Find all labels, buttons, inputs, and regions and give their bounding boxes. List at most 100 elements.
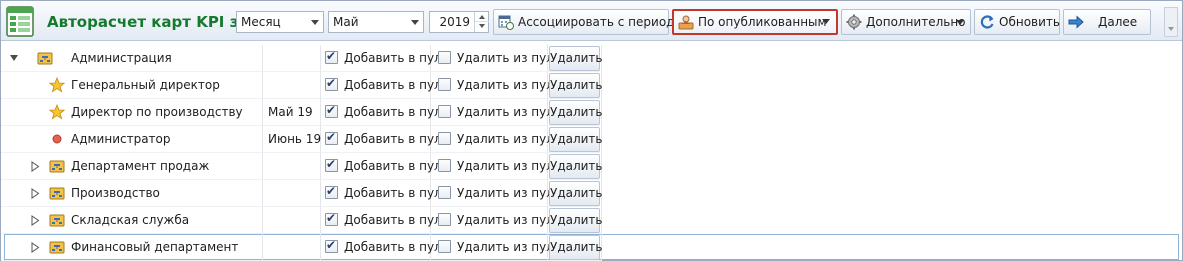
next-label: Далее [1098,15,1138,29]
row-period-date: Июнь 19 [268,132,322,146]
org-unit-icon [49,214,65,227]
table-row[interactable]: Администрация Добавить в пул Удалить из пу… [1,45,1182,72]
delete-button[interactable]: Удалить [549,46,603,71]
chevron-down-icon [822,19,830,24]
chevron-down-icon [307,12,323,32]
add-to-pool-checkbox[interactable] [325,184,338,199]
remove-from-pool-label: Удалить из пула [457,78,562,92]
add-to-pool-checkbox[interactable] [325,76,338,91]
expand-open-icon[interactable] [10,55,18,61]
arrow-right-icon [1068,15,1084,29]
add-to-pool-checkbox[interactable] [325,103,338,118]
published-filter-button[interactable]: По опубликованным [672,9,838,35]
more-options-button[interactable]: Дополнительно [841,9,971,35]
expand-closed-icon[interactable] [31,215,40,226]
org-unit-icon [37,52,53,65]
spin-up-icon[interactable] [475,12,489,22]
org-unit-icon [49,241,65,254]
refresh-icon [980,15,994,29]
star-icon [49,104,65,120]
delete-button[interactable]: Удалить [549,235,603,260]
delete-button[interactable]: Удалить [549,181,603,206]
remove-from-pool-checkbox[interactable] [438,105,451,118]
associate-period-button[interactable]: Ассоциировать с периодом [493,9,691,35]
row-period-date: Май 19 [268,105,313,119]
add-to-pool-label: Добавить в пул [344,132,442,146]
add-to-pool-label: Добавить в пул [344,159,442,173]
delete-button[interactable]: Удалить [549,73,603,98]
add-to-pool-checkbox[interactable] [325,157,338,172]
table-cell [263,180,321,207]
delete-button[interactable]: Удалить [549,100,603,125]
table-row[interactable]: Финансовый департамент Добавить в пул Удал… [1,234,1182,261]
row-name: Администрация [71,51,172,65]
toolbar-scroll-button[interactable] [1164,7,1178,37]
add-to-pool-label: Добавить в пул [344,213,442,227]
add-to-pool-label: Добавить в пул [344,78,442,92]
row-name: Производство [71,186,160,200]
chevron-down-icon [407,12,423,32]
remove-from-pool-checkbox[interactable] [438,159,451,172]
add-to-pool-label: Добавить в пул [344,51,442,65]
org-unit-icon [49,160,65,173]
remove-from-pool-checkbox[interactable] [438,132,451,145]
expand-closed-icon[interactable] [31,161,40,172]
table-row[interactable]: Администратор Июнь 19 Добавить в пул Удалит… [1,126,1182,153]
spin-down-icon[interactable] [475,22,489,32]
star-icon [49,77,65,93]
remove-from-pool-checkbox[interactable] [438,240,451,253]
delete-button[interactable]: Удалить [549,127,603,152]
row-name: Финансовый департамент [71,240,239,254]
table-cell [263,234,321,261]
add-to-pool-checkbox[interactable] [325,130,338,145]
add-to-pool-label: Добавить в пул [344,105,442,119]
table-row[interactable]: Генеральный директор Добавить в пул Удалит… [1,72,1182,99]
delete-button[interactable]: Удалить [549,154,603,179]
add-to-pool-label: Добавить в пул [344,186,442,200]
table-cell [263,45,321,72]
month-value: Май [333,15,359,29]
table-row[interactable]: Складская служба Добавить в пул Удалить из… [1,207,1182,234]
next-button[interactable]: Далее [1063,9,1151,35]
remove-from-pool-label: Удалить из пула [457,159,562,173]
table-row[interactable]: Производство Добавить в пул Удалить из пул… [1,180,1182,207]
row-name: Генеральный директор [71,78,220,92]
expand-closed-icon[interactable] [31,188,40,199]
period-type-value: Месяц [241,15,281,29]
delete-button[interactable]: Удалить [549,208,603,233]
page-title: Авторасчет карт KPI за [47,13,249,31]
org-unit-icon [49,187,65,200]
table-row[interactable]: Департамент продаж Добавить в пул Удалить … [1,153,1182,180]
remove-from-pool-label: Удалить из пула [457,105,562,119]
month-select[interactable]: Май [328,11,424,33]
refresh-label: Обновить [999,15,1060,29]
year-value: 2019 [439,15,470,29]
row-name: Директор по производству [71,105,243,119]
add-to-pool-checkbox[interactable] [325,211,338,226]
add-to-pool-checkbox[interactable] [325,49,338,64]
remove-from-pool-checkbox[interactable] [438,78,451,91]
remove-from-pool-label: Удалить из пула [457,186,562,200]
remove-from-pool-label: Удалить из пула [457,213,562,227]
dot-icon [52,134,62,144]
remove-from-pool-checkbox[interactable] [438,213,451,226]
published-filter-label: По опубликованным [698,15,827,29]
gear-icon [846,14,862,30]
remove-from-pool-label: Удалить из пула [457,51,562,65]
person-publish-icon [678,15,694,30]
table-row[interactable]: Директор по производству Май 19 Добавить в… [1,99,1182,126]
table-cell [263,207,321,234]
add-to-pool-checkbox[interactable] [325,238,338,253]
expand-closed-icon[interactable] [31,242,40,253]
period-type-select[interactable]: Месяц [236,11,324,33]
remove-from-pool-checkbox[interactable] [438,51,451,64]
more-options-label: Дополнительно [866,15,966,29]
calendar-link-icon [498,15,514,30]
remove-from-pool-checkbox[interactable] [438,186,451,199]
add-to-pool-label: Добавить в пул [344,240,442,254]
remove-from-pool-label: Удалить из пула [457,240,562,254]
associate-period-label: Ассоциировать с периодом [518,15,691,29]
year-spinner[interactable]: 2019 [429,11,489,33]
remove-from-pool-label: Удалить из пула [457,132,562,146]
refresh-button[interactable]: Обновить [974,9,1060,35]
